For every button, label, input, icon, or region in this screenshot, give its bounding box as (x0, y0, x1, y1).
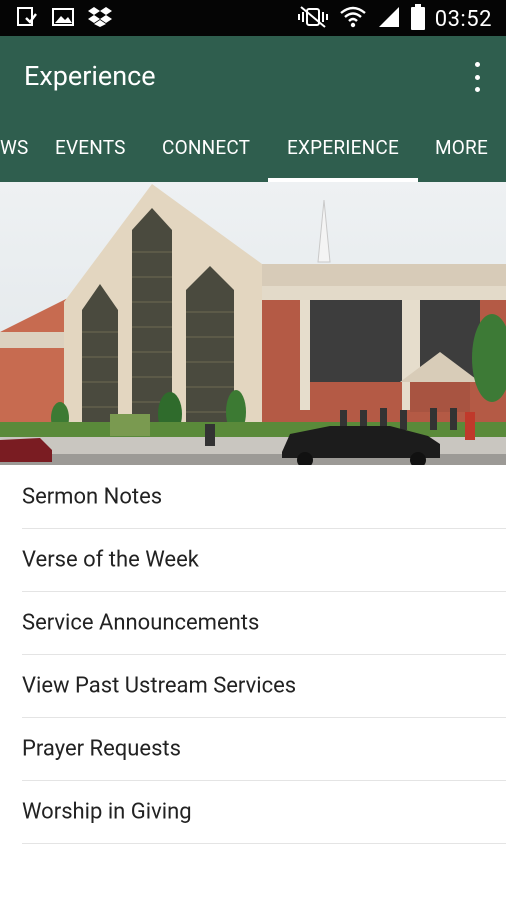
wifi-icon (339, 5, 367, 33)
tab-experience[interactable]: EXPERIENCE (268, 124, 418, 182)
list-item-past-ustream-services[interactable]: View Past Ustream Services (22, 655, 506, 718)
dropbox-icon (88, 6, 112, 32)
list-item-label: Prayer Requests (22, 736, 181, 762)
status-bar: 03:52 (0, 0, 506, 36)
list-item-verse-of-the-week[interactable]: Verse of the Week (22, 529, 506, 592)
overflow-menu-icon[interactable] (472, 62, 482, 92)
notification-icons (16, 6, 112, 32)
tab-events[interactable]: EVENTS (55, 124, 126, 182)
church-photo (0, 182, 506, 465)
image-icon (52, 7, 74, 31)
list-item-label: View Past Ustream Services (22, 673, 297, 699)
clock: 03:52 (434, 6, 492, 32)
vibrate-mute-icon (297, 5, 329, 33)
list-item-prayer-requests[interactable]: Prayer Requests (22, 718, 506, 781)
list-item-label: Worship in Giving (22, 799, 192, 825)
system-icons: 03:52 (297, 4, 492, 34)
signal-icon (377, 5, 401, 33)
list-item-label: Service Announcements (22, 610, 260, 636)
tab-news[interactable]: WS (0, 124, 29, 182)
page-title: Experience (24, 60, 156, 92)
list-item-sermon-notes[interactable]: Sermon Notes (22, 466, 506, 529)
tab-connect[interactable]: CONNECT (162, 124, 250, 182)
list-item-service-announcements[interactable]: Service Announcements (22, 592, 506, 655)
battery-icon (410, 4, 425, 34)
tab-bar: WS EVENTS CONNECT EXPERIENCE MORE (0, 124, 506, 182)
list-item-label: Sermon Notes (22, 484, 163, 510)
app-bar: Experience WS EVENTS CONNECT EXPERIENCE … (0, 36, 506, 182)
experience-list: Sermon Notes Verse of the Week Service A… (0, 466, 506, 844)
tab-more[interactable]: MORE (435, 124, 488, 182)
list-item-worship-in-giving[interactable]: Worship in Giving (22, 781, 506, 844)
download-done-icon (16, 6, 38, 32)
list-item-label: Verse of the Week (22, 547, 199, 573)
